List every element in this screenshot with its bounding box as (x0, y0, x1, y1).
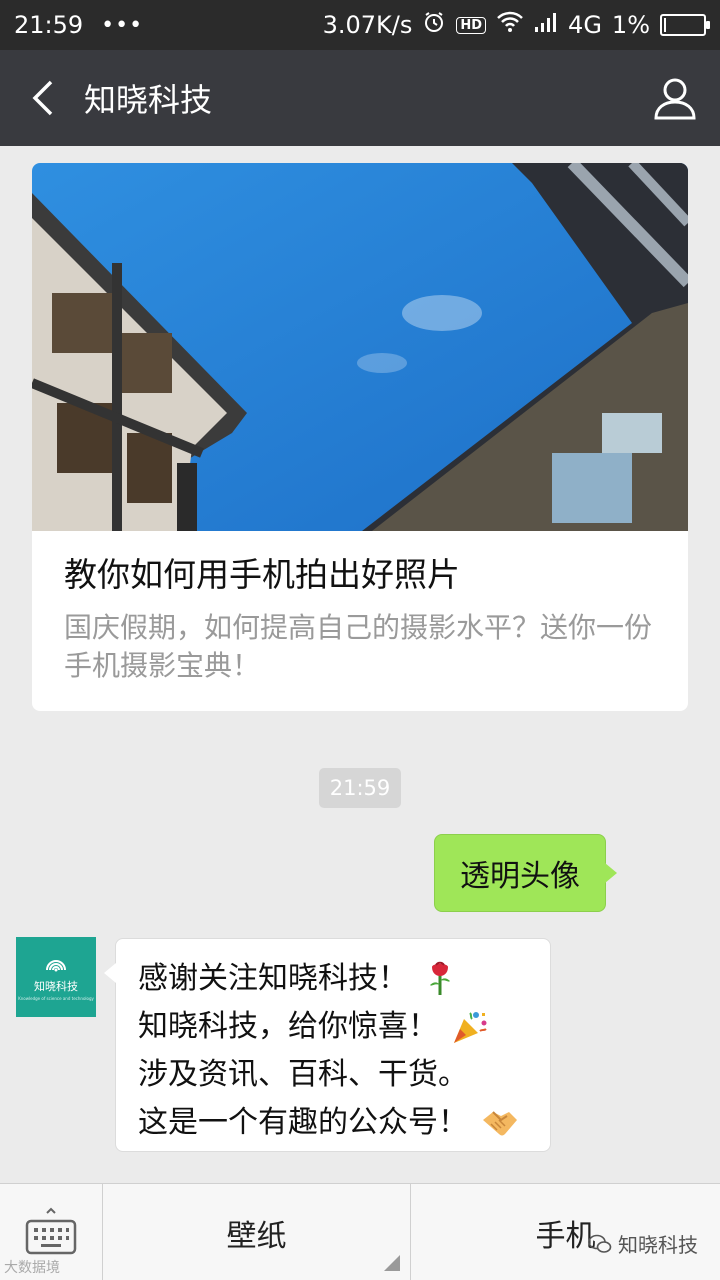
network-type: 4G (568, 11, 602, 39)
back-arrow-icon (32, 80, 53, 116)
notification-dots: ••• (101, 12, 144, 38)
network-speed: 3.07K/s (322, 11, 413, 39)
battery-icon (660, 14, 710, 36)
profile-button[interactable] (630, 50, 720, 146)
back-button[interactable] (8, 50, 78, 146)
message-line: 涉及资讯、百科、干货。 (138, 1051, 530, 1099)
alarm-icon (422, 10, 446, 40)
avatar-sublabel: Knowledge of science and technology (18, 995, 94, 1001)
article-cover-image (32, 163, 688, 531)
page-title: 知晓科技 (84, 81, 213, 119)
menu-item-label: 手机 (535, 1218, 596, 1254)
message-timestamp: 21:59 (319, 768, 401, 808)
status-time: 21:59 (14, 11, 84, 39)
message-line: 这是一个有趣的公众号！ (138, 1099, 530, 1147)
article-title: 教你如何用手机拍出好照片 (64, 555, 460, 594)
message-line-text: 感谢关注知晓科技！ (138, 961, 408, 996)
menu-item-label: 壁纸 (226, 1218, 287, 1254)
message-line: 知晓科技，给你惊喜！ (138, 1003, 530, 1051)
person-icon (654, 78, 696, 120)
watermark-left: 大数据境 (4, 1260, 60, 1276)
logo-icon (46, 959, 66, 971)
message-line: 感谢关注知晓科技！ (138, 955, 530, 1003)
wifi-icon (496, 11, 524, 39)
keyboard-icon (25, 1207, 77, 1254)
watermark: 知晓科技 (588, 1229, 698, 1258)
received-message-bubble[interactable]: 感谢关注知晓科技！ 知晓科技，给你惊喜！ 涉及资讯、百科、干货。 这是一个有趣的… (104, 938, 551, 1152)
watermark-text: 知晓科技 (618, 1233, 698, 1257)
message-line-text: 这是一个有趣的公众号！ (138, 1105, 468, 1140)
submenu-indicator-icon (384, 1255, 400, 1271)
status-bar: 21:59 ••• 3.07K/s HD 4G 1% (0, 0, 720, 50)
title-bar: 知晓科技 (0, 50, 720, 146)
wechat-logo-icon (588, 1234, 612, 1253)
hd-icon: HD (456, 16, 487, 34)
sent-message-bubble[interactable]: 透明头像 (434, 834, 617, 912)
battery-percent: 1% (611, 11, 650, 39)
article-description: 国庆假期，如何提高自己的摄影水平？送你一份手机摄影宝典！ (64, 611, 653, 682)
party-popper-emoji (450, 1007, 490, 1047)
article-card[interactable]: 教你如何用手机拍出好照片 国庆假期，如何提高自己的摄影水平？送你一份手机摄影宝典… (32, 163, 688, 711)
avatar[interactable]: 知晓科技 Knowledge of science and technology (16, 937, 96, 1017)
message-line-text: 涉及资讯、百科、干货。 (138, 1057, 468, 1092)
bottom-menu-bar: 大数据境 壁纸 手机 知晓科技 (0, 1183, 720, 1280)
avatar-label: 知晓科技 (34, 979, 78, 993)
menu-item-wallpaper[interactable]: 壁纸 (103, 1184, 411, 1280)
rose-emoji (420, 959, 460, 999)
handshake-emoji (480, 1103, 520, 1143)
signal-icon (534, 11, 558, 39)
keyboard-toggle-button[interactable]: 大数据境 (0, 1184, 103, 1280)
message-line-text: 知晓科技，给你惊喜！ (138, 1009, 438, 1044)
